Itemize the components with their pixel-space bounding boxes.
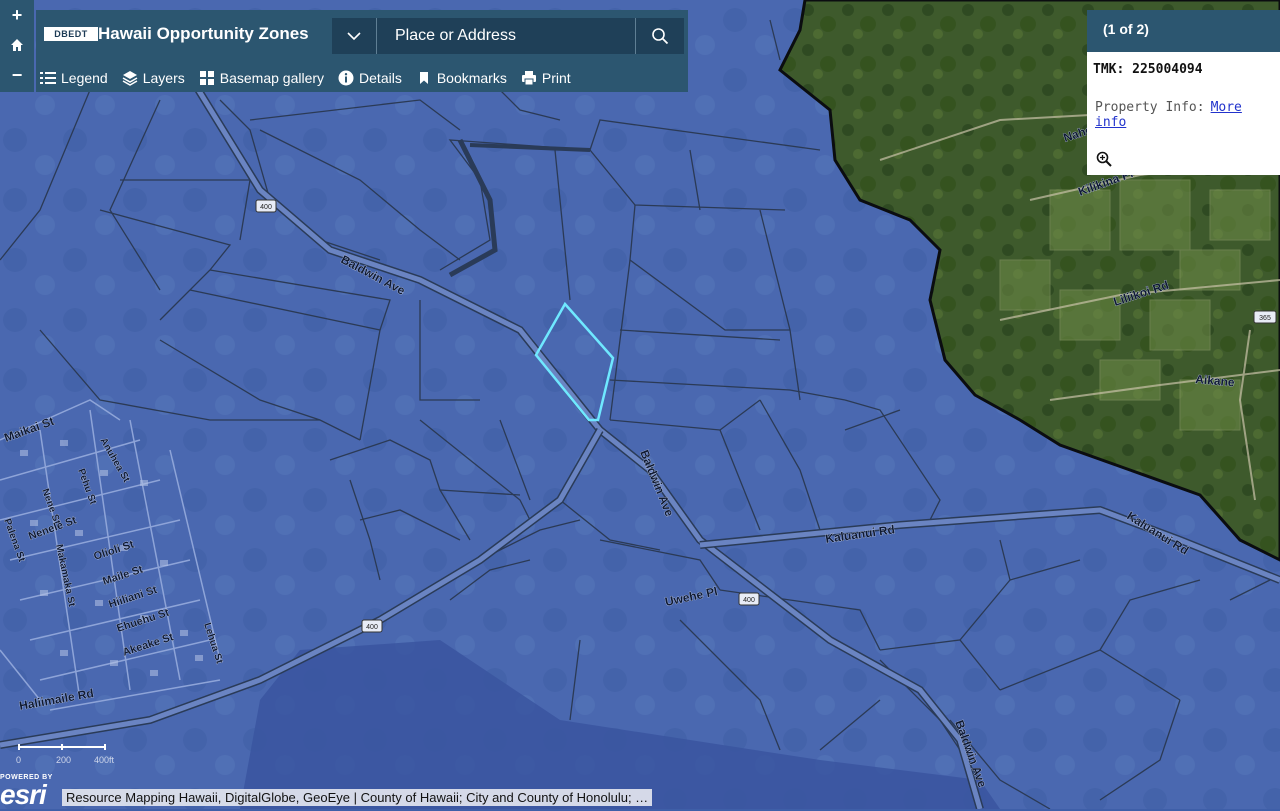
home-button[interactable]	[0, 30, 34, 60]
shield-label: 400	[260, 204, 272, 211]
grid-icon	[199, 70, 215, 86]
title-row: DBEDT Hawaii Opportunity Zones Place or …	[36, 10, 688, 58]
route-shield-400-b: 400	[361, 619, 383, 633]
search-source-dropdown[interactable]	[332, 18, 377, 54]
app-title: Hawaii Opportunity Zones	[98, 24, 309, 43]
scale-label-0: 0	[16, 755, 22, 765]
zoom-controls: + −	[0, 0, 34, 92]
basemap-gallery-button[interactable]: Basemap gallery	[199, 70, 324, 86]
print-button[interactable]: Print	[521, 70, 571, 86]
property-info: Property Info: More info	[1095, 100, 1280, 130]
shield-label: 365	[1259, 315, 1271, 322]
route-shield-400-a: 400	[255, 199, 277, 213]
scale-label-2: 400ft	[94, 755, 115, 765]
search-input[interactable]: Place or Address	[377, 18, 635, 54]
app-header: DBEDT Hawaii Opportunity Zones Place or …	[36, 10, 688, 92]
zoom-to-icon[interactable]	[1096, 151, 1112, 167]
route-shield-400-c: 400	[738, 592, 760, 606]
route-shield-365: 365	[1253, 310, 1277, 324]
esri-logo[interactable]: POWERED BY esri	[0, 773, 60, 810]
legend-label: Legend	[61, 70, 108, 86]
bookmarks-button[interactable]: Bookmarks	[416, 70, 507, 86]
dbedt-logo: DBEDT	[44, 27, 98, 41]
shield-label: 400	[743, 597, 755, 604]
zoom-in-button[interactable]: +	[0, 0, 34, 30]
bookmark-icon	[416, 70, 432, 86]
toolbar: Legend Layers Basemap gallery Details Bo…	[36, 66, 688, 90]
property-info-label: Property Info:	[1095, 100, 1205, 115]
search-icon	[652, 28, 669, 45]
list-icon	[40, 70, 56, 86]
map-attribution[interactable]: Resource Mapping Hawaii, DigitalGlobe, G…	[62, 789, 653, 806]
popup-title: TMK: 225004094	[1093, 62, 1203, 77]
info-icon	[338, 70, 354, 86]
popup-counter: (1 of 2)	[1103, 21, 1149, 37]
details-label: Details	[359, 70, 402, 86]
print-label: Print	[541, 70, 571, 86]
legend-button[interactable]: Legend	[40, 70, 108, 86]
popup-header: (1 of 2)	[1087, 10, 1280, 52]
printer-icon	[521, 70, 537, 86]
zoom-out-button[interactable]: −	[0, 60, 34, 90]
scale-label-1: 200	[56, 755, 72, 765]
layers-button[interactable]: Layers	[122, 70, 185, 86]
layers-label: Layers	[142, 70, 185, 86]
layers-icon	[122, 70, 138, 86]
basemap-label: Basemap gallery	[219, 70, 325, 86]
bookmarks-label: Bookmarks	[436, 70, 507, 86]
search-button[interactable]	[635, 18, 684, 54]
chevron-down-icon	[347, 32, 361, 41]
details-button[interactable]: Details	[338, 70, 402, 86]
search-box: Place or Address	[332, 18, 684, 54]
feature-popup: (1 of 2) TMK: 225004094 Property Info: Mo…	[1087, 10, 1280, 175]
home-icon	[11, 39, 23, 51]
shield-label: 400	[366, 624, 378, 631]
scale-bar	[18, 744, 106, 750]
esri-wordmark: esri	[0, 779, 47, 810]
